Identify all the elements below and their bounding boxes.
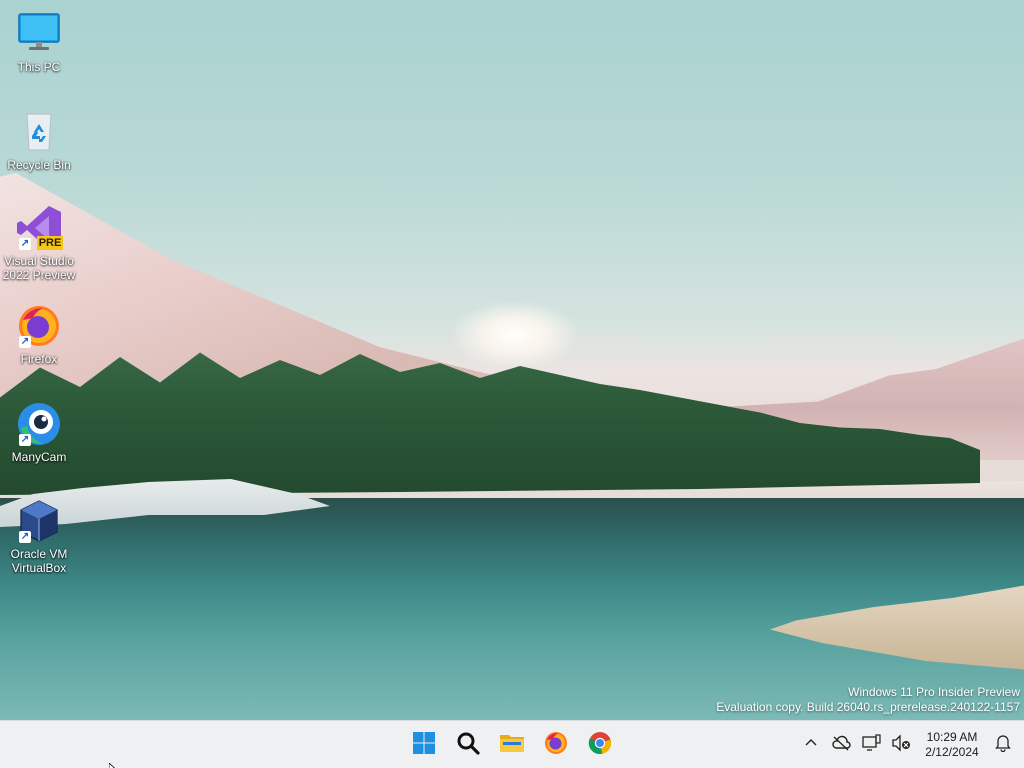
folder-icon bbox=[499, 731, 525, 760]
taskbar: 10:29 AM 2/12/2024 bbox=[0, 720, 1024, 768]
notification-center-button[interactable] bbox=[988, 725, 1018, 765]
onedrive-offline-icon bbox=[831, 735, 851, 756]
recycle-bin-icon bbox=[15, 108, 63, 156]
network-tray-button[interactable] bbox=[856, 725, 886, 765]
manycam-icon: ↗ bbox=[15, 400, 63, 448]
desktop-icon-label: This PC bbox=[17, 60, 61, 74]
desktop-icon-label: Visual Studio 2022 Preview bbox=[2, 254, 76, 282]
taskbar-pinned-apps bbox=[404, 721, 620, 768]
firefox-taskbar-button[interactable] bbox=[536, 725, 576, 765]
desktop-icon-label: Recycle Bin bbox=[7, 158, 71, 172]
monitor-icon bbox=[15, 10, 63, 58]
virtualbox-icon: ↗ bbox=[15, 497, 63, 545]
desktop-icon-manycam[interactable]: ↗ ManyCam bbox=[1, 400, 77, 464]
network-icon bbox=[861, 733, 881, 757]
file-explorer-button[interactable] bbox=[492, 725, 532, 765]
build-watermark: Windows 11 Pro Insider Preview Evaluatio… bbox=[716, 685, 1020, 715]
mouse-cursor-icon bbox=[108, 759, 121, 768]
volume-muted-icon bbox=[891, 733, 911, 757]
bell-icon bbox=[995, 734, 1011, 757]
desktop-icon-recycle-bin[interactable]: Recycle Bin bbox=[1, 108, 77, 172]
desktop-icon-firefox[interactable]: ↗ Firefox bbox=[1, 302, 77, 366]
desktop-icon-label: ManyCam bbox=[11, 450, 67, 464]
clock-date: 2/12/2024 bbox=[925, 745, 979, 759]
clock-time: 10:29 AM bbox=[926, 730, 978, 744]
watermark-edition: Windows 11 Pro Insider Preview bbox=[848, 685, 1020, 699]
shortcut-arrow-icon: ↗ bbox=[19, 531, 31, 543]
visual-studio-icon: PRE ↗ bbox=[15, 204, 63, 252]
system-tray: 10:29 AM 2/12/2024 bbox=[796, 721, 1024, 768]
chevron-up-icon bbox=[804, 736, 818, 755]
windows-logo-icon bbox=[412, 731, 436, 760]
onedrive-tray-button[interactable] bbox=[826, 725, 856, 765]
show-hidden-icons-button[interactable] bbox=[796, 725, 826, 765]
volume-tray-button[interactable] bbox=[886, 725, 916, 765]
firefox-icon: ↗ bbox=[15, 302, 63, 350]
shortcut-arrow-icon: ↗ bbox=[19, 238, 31, 250]
firefox-icon bbox=[544, 731, 568, 760]
desktop-icon-label: Oracle VM VirtualBox bbox=[10, 547, 68, 575]
chrome-icon bbox=[588, 731, 612, 760]
shortcut-arrow-icon: ↗ bbox=[19, 336, 31, 348]
shortcut-arrow-icon: ↗ bbox=[19, 434, 31, 446]
wallpaper-sun bbox=[450, 300, 580, 370]
start-button[interactable] bbox=[404, 725, 444, 765]
desktop-icon-visual-studio[interactable]: PRE ↗ Visual Studio 2022 Preview bbox=[1, 204, 77, 282]
search-icon bbox=[456, 731, 480, 760]
desktop-icon-virtualbox[interactable]: ↗ Oracle VM VirtualBox bbox=[1, 497, 77, 575]
search-button[interactable] bbox=[448, 725, 488, 765]
pre-badge-text: PRE bbox=[38, 237, 62, 249]
desktop-icon-this-pc[interactable]: This PC bbox=[1, 10, 77, 74]
chrome-taskbar-button[interactable] bbox=[580, 725, 620, 765]
desktop-wallpaper bbox=[0, 0, 1024, 720]
desktop-icon-label: Firefox bbox=[20, 352, 58, 366]
taskbar-clock[interactable]: 10:29 AM 2/12/2024 bbox=[920, 730, 984, 760]
watermark-build: Evaluation copy. Build 26040.rs_prerelea… bbox=[716, 700, 1020, 714]
